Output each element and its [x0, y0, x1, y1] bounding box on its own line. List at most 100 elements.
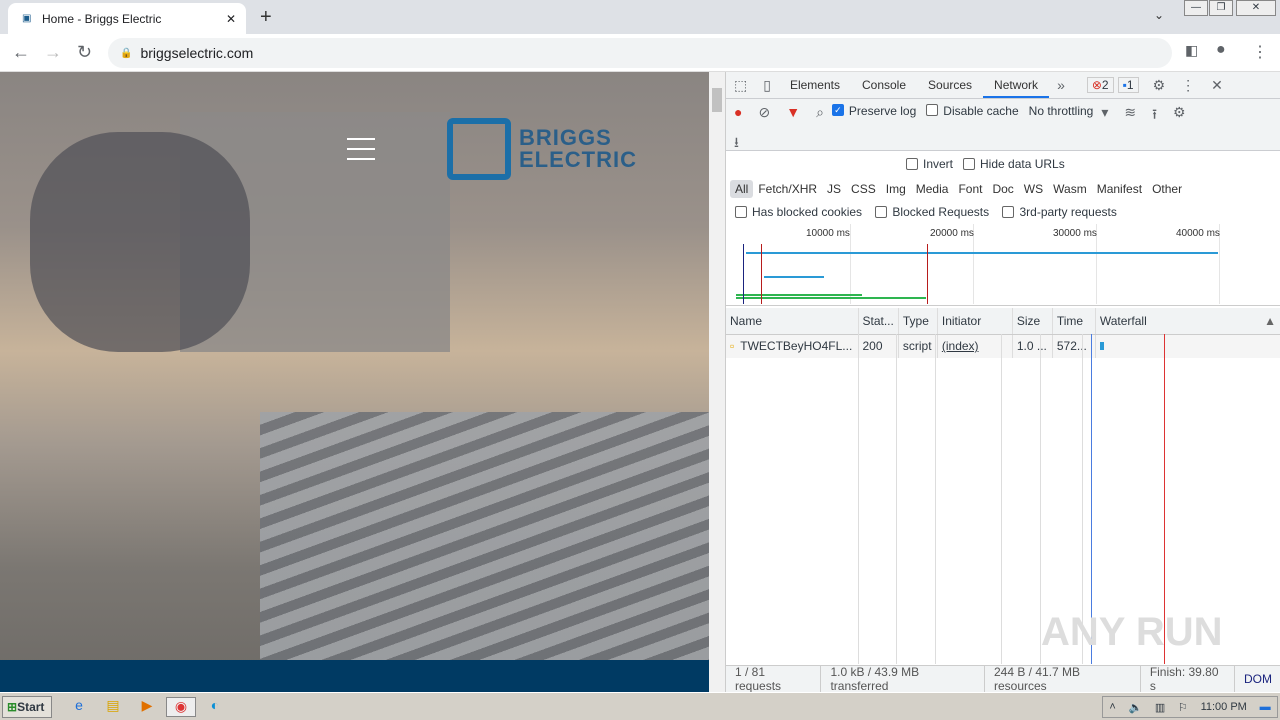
new-tab-button[interactable]: +: [260, 6, 272, 29]
throttling-select[interactable]: No throttling: [1029, 104, 1094, 118]
show-desktop-icon[interactable]: ▬: [1260, 701, 1271, 713]
third-party-label: 3rd-party requests: [1019, 205, 1117, 219]
invert-checkbox[interactable]: [906, 158, 918, 170]
tab-elements[interactable]: Elements: [779, 72, 851, 98]
explorer-folder-icon[interactable]: ▤: [102, 697, 124, 717]
hamburger-menu-icon[interactable]: [347, 138, 375, 168]
type-media[interactable]: Media: [911, 180, 954, 198]
clear-icon[interactable]: ⊘: [758, 104, 770, 121]
request-type: script: [898, 334, 938, 358]
kebab-menu-icon[interactable]: ⋮: [1181, 77, 1195, 94]
browser-tab[interactable]: ▣ Home - Briggs Electric ✕: [8, 3, 246, 34]
type-js[interactable]: JS: [822, 180, 846, 198]
disable-cache-checkbox[interactable]: [926, 104, 939, 116]
error-count: 2: [1101, 78, 1109, 92]
overview-bar: [746, 252, 1218, 254]
chrome-taskbar-icon[interactable]: ◉: [166, 697, 196, 717]
page-scrollbar[interactable]: [709, 72, 725, 692]
clock[interactable]: 11:00 PM: [1201, 701, 1247, 713]
dropdown-arrow-icon[interactable]: ▾: [1101, 104, 1108, 121]
forward-icon[interactable]: →: [44, 42, 62, 63]
network-conditions-icon[interactable]: ≋: [1124, 104, 1136, 121]
minimize-button[interactable]: —: [1184, 0, 1208, 16]
tab-strip: ▣ Home - Briggs Electric ✕ + ⌄ — ❐ ✕: [0, 0, 1280, 34]
resource-type-filters: All Fetch/XHR JS CSS Img Media Font Doc …: [730, 180, 1187, 198]
start-button[interactable]: ⊞Start: [2, 696, 52, 718]
type-css[interactable]: CSS: [846, 180, 881, 198]
table-row[interactable]: ▫ TWECTBeyHO4FL... 200 script (index) 1.0…: [726, 334, 1280, 358]
logo-mark-icon: [447, 118, 511, 180]
message-badge[interactable]: ▪1: [1117, 77, 1139, 93]
briggs-electric-logo[interactable]: BRIGGS ELECTRIC: [447, 118, 637, 180]
address-bar[interactable]: 🔒 briggselectric.com: [108, 38, 1172, 68]
side-panel-icon[interactable]: ◧: [1185, 42, 1198, 59]
import-har-icon[interactable]: ⭱: [1152, 104, 1157, 128]
message-count: 1: [1126, 78, 1134, 92]
hide-data-urls-label: Hide data URLs: [980, 157, 1065, 171]
tab-console[interactable]: Console: [851, 72, 917, 98]
profile-avatar-icon[interactable]: ●: [1216, 41, 1226, 59]
show-hidden-icons-icon[interactable]: ˄: [1109, 701, 1115, 713]
request-waterfall: [1095, 334, 1280, 358]
preserve-log-checkbox[interactable]: ✓: [831, 104, 844, 116]
search-icon[interactable]: ⌕: [816, 104, 824, 121]
type-ws[interactable]: WS: [1019, 180, 1048, 198]
has-blocked-cookies-checkbox[interactable]: [735, 206, 747, 218]
media-player-icon[interactable]: ▶: [136, 697, 158, 717]
type-fetch-xhr[interactable]: Fetch/XHR: [753, 180, 822, 198]
column-type[interactable]: Type: [898, 308, 938, 335]
logo-text-1: BRIGGS: [519, 125, 612, 150]
invert-label: Invert: [923, 157, 954, 171]
type-img[interactable]: Img: [881, 180, 911, 198]
hero-photo-conduits: [260, 412, 709, 692]
device-toolbar-icon[interactable]: ▯: [763, 77, 771, 94]
requests-count: 1 / 81 requests: [726, 665, 822, 693]
type-doc[interactable]: Doc: [987, 180, 1018, 198]
tab-sources[interactable]: Sources: [917, 72, 983, 98]
inspect-element-icon[interactable]: ⬚: [734, 77, 747, 94]
column-time[interactable]: Time: [1052, 308, 1096, 335]
column-status[interactable]: Stat...: [858, 308, 899, 335]
close-devtools-icon[interactable]: ✕: [1211, 77, 1223, 94]
record-icon[interactable]: ●: [734, 104, 742, 120]
start-label: Start: [17, 700, 45, 714]
column-initiator[interactable]: Initiator: [937, 308, 1013, 335]
hide-data-urls-checkbox[interactable]: [963, 158, 976, 170]
blocked-requests-label: Blocked Requests: [892, 205, 990, 219]
tab-network[interactable]: Network: [983, 72, 1050, 98]
tab-search-icon[interactable]: ⌄: [1154, 8, 1164, 22]
maximize-button[interactable]: ❐: [1209, 0, 1233, 16]
third-party-checkbox[interactable]: [1002, 206, 1015, 218]
network-overview-timeline[interactable]: 10000 ms 20000 ms 30000 ms 40000 ms: [726, 224, 1280, 306]
volume-icon[interactable]: 🔈: [1128, 701, 1142, 714]
close-window-button[interactable]: ✕: [1236, 0, 1276, 16]
network-icon[interactable]: ▥: [1155, 701, 1165, 714]
logo-text-2: ELECTRIC: [519, 147, 637, 172]
type-other[interactable]: Other: [1147, 180, 1187, 198]
devtools-panel: ⬚ ▯ Elements Console Sources Network » ⊗…: [725, 72, 1280, 693]
type-all[interactable]: All: [730, 180, 754, 198]
close-tab-icon[interactable]: ✕: [226, 12, 236, 26]
filter-icon[interactable]: ▼: [786, 104, 800, 120]
ie-icon[interactable]: e: [68, 697, 90, 717]
windows-logo-icon: ⊞: [7, 700, 18, 714]
back-icon[interactable]: ←: [12, 42, 30, 63]
blocked-requests-checkbox[interactable]: [875, 206, 888, 218]
type-font[interactable]: Font: [953, 180, 987, 198]
request-time: 572...: [1052, 334, 1096, 358]
waterfall-bar: [1099, 342, 1104, 351]
action-center-flag-icon[interactable]: ⚐: [1178, 701, 1188, 714]
column-waterfall[interactable]: Waterfall ▲: [1095, 308, 1280, 335]
scrollbar-thumb[interactable]: [712, 88, 722, 112]
network-settings-icon[interactable]: ⚙: [1173, 104, 1186, 121]
column-size[interactable]: Size: [1012, 308, 1053, 335]
error-badge[interactable]: ⊗2: [1086, 77, 1114, 93]
settings-gear-icon[interactable]: ⚙: [1153, 77, 1166, 94]
type-manifest[interactable]: Manifest: [1092, 180, 1147, 198]
more-tabs-icon[interactable]: »: [1057, 77, 1065, 93]
column-name[interactable]: Name: [726, 308, 859, 335]
type-wasm[interactable]: Wasm: [1048, 180, 1092, 198]
edge-icon[interactable]: ◐: [204, 697, 226, 717]
reload-icon[interactable]: ↻: [77, 42, 92, 63]
menu-icon[interactable]: ⋮: [1252, 42, 1268, 62]
